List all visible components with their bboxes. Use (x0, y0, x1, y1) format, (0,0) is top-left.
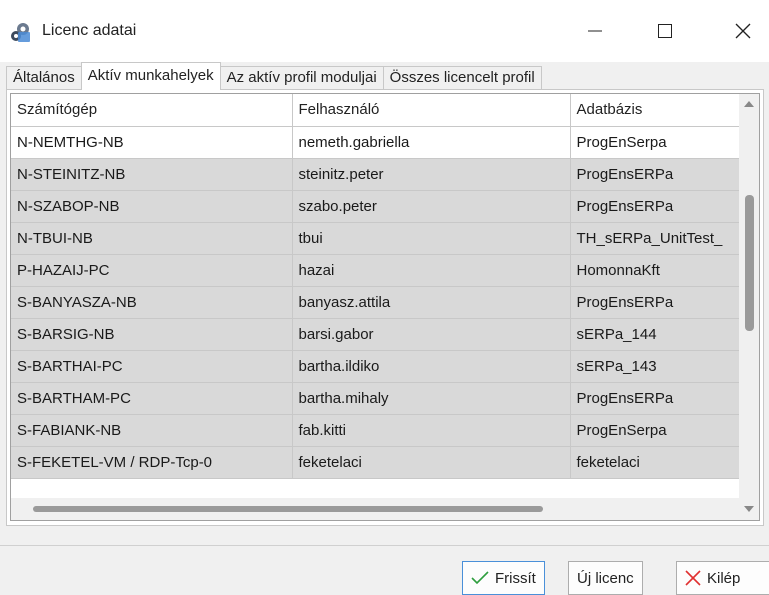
checkmark-icon (471, 571, 489, 585)
scroll-up-arrow-icon[interactable] (744, 101, 754, 107)
minimize-button[interactable] (572, 14, 618, 48)
horizontal-scroll-thumb[interactable] (33, 506, 543, 512)
cell-database: HomonnaKft (570, 254, 741, 287)
maximize-button[interactable] (642, 14, 688, 48)
refresh-button[interactable]: Frissít (462, 561, 545, 595)
table-row[interactable]: P-HAZAIJ-PC hazai HomonnaKft (11, 254, 741, 287)
cell-computer: N-SZABOP-NB (11, 190, 293, 223)
table-row[interactable]: S-FEKETEL-VM / RDP-Tcp-0 feketelaci fekete… (11, 446, 741, 479)
window-title: Licenc adatai (42, 22, 137, 39)
exit-button[interactable]: Kilép (676, 561, 769, 595)
table-row[interactable]: S-BANYASZA-NB banyasz.attila ProgEnsERPa (11, 286, 741, 319)
cell-computer: N-STEINITZ-NB (11, 158, 293, 191)
horizontal-scrollbar[interactable] (11, 498, 741, 520)
title-bar: Licenc adatai (0, 0, 769, 62)
cell-user: bartha.ildiko (292, 350, 571, 383)
tab-general[interactable]: Általános (6, 66, 82, 90)
maximize-icon (658, 24, 672, 38)
table-row[interactable]: N-NEMTHG-NB nemeth.gabriella ProgEnSerpa (11, 126, 741, 159)
vertical-scroll-thumb[interactable] (745, 195, 754, 331)
close-icon (735, 23, 751, 39)
footer-separator (0, 545, 769, 546)
cell-computer: N-TBUI-NB (11, 222, 293, 255)
workstations-grid: Számítógép Felhasználó Adatbázis N-NEMTH… (10, 93, 760, 521)
cell-user: fab.kitti (292, 414, 571, 447)
minimize-icon (588, 30, 602, 32)
cell-user: bartha.mihaly (292, 382, 571, 415)
header-row: Számítógép Felhasználó Adatbázis (11, 94, 741, 127)
exit-x-icon (685, 570, 701, 586)
tab-strip: Általános Aktív munkahelyek Az aktív pro… (6, 62, 542, 90)
cell-computer: S-BANYASZA-NB (11, 286, 293, 319)
close-button[interactable] (720, 14, 766, 48)
cell-database: TH_sERPa_UnitTest_ (570, 222, 741, 255)
table-row[interactable]: S-BARTHAI-PC bartha.ildiko sERPa_143 (11, 350, 741, 383)
cell-computer: S-BARTHAI-PC (11, 350, 293, 383)
cell-database: ProgEnsERPa (570, 190, 741, 223)
cell-database: feketelaci (570, 446, 741, 479)
cell-database: sERPa_143 (570, 350, 741, 383)
cell-user: nemeth.gabriella (292, 126, 571, 159)
table-row[interactable]: N-STEINITZ-NB steinitz.peter ProgEnsERPa (11, 158, 741, 191)
cell-computer: P-HAZAIJ-PC (11, 254, 293, 287)
cell-database: ProgEnsERPa (570, 382, 741, 415)
cell-database: sERPa_144 (570, 318, 741, 351)
cell-database: ProgEnsERPa (570, 286, 741, 319)
exit-button-label: Kilép (707, 569, 741, 587)
refresh-button-label: Frissít (495, 569, 536, 587)
gears-app-icon (11, 23, 30, 42)
new-license-button[interactable]: Új licenc (568, 561, 643, 595)
scroll-down-arrow-icon[interactable] (744, 506, 754, 512)
cell-user: szabo.peter (292, 190, 571, 223)
workstations-table: Számítógép Felhasználó Adatbázis N-NEMTH… (11, 94, 741, 479)
column-header-user[interactable]: Felhasználó (292, 94, 571, 127)
table-row[interactable]: S-FABIANK-NB fab.kitti ProgEnSerpa (11, 414, 741, 447)
cell-user: feketelaci (292, 446, 571, 479)
table-row[interactable]: N-TBUI-NB tbui TH_sERPa_UnitTest_ (11, 222, 741, 255)
tab-all-licensed-profiles[interactable]: Összes licencelt profil (382, 66, 542, 90)
cell-computer: S-FABIANK-NB (11, 414, 293, 447)
new-license-button-label: Új licenc (577, 569, 634, 587)
tab-profile-modules[interactable]: Az aktív profil moduljai (219, 66, 384, 90)
table-row[interactable]: N-SZABOP-NB szabo.peter ProgEnsERPa (11, 190, 741, 223)
cell-database: ProgEnsERPa (570, 158, 741, 191)
table-row[interactable]: S-BARTHAM-PC bartha.mihaly ProgEnsERPa (11, 382, 741, 415)
cell-database: ProgEnSerpa (570, 126, 741, 159)
cell-user: hazai (292, 254, 571, 287)
scrollbar-corner (739, 498, 759, 520)
column-header-computer[interactable]: Számítógép (11, 94, 293, 127)
tab-panel: Számítógép Felhasználó Adatbázis N-NEMTH… (6, 89, 764, 526)
cell-computer: S-FEKETEL-VM / RDP-Tcp-0 (11, 446, 293, 479)
tab-active-workstations[interactable]: Aktív munkahelyek (80, 62, 221, 90)
cell-user: barsi.gabor (292, 318, 571, 351)
cell-user: tbui (292, 222, 571, 255)
vertical-scrollbar[interactable] (739, 94, 759, 499)
cell-computer: N-NEMTHG-NB (11, 126, 293, 159)
cell-computer: S-BARTHAM-PC (11, 382, 293, 415)
column-header-database[interactable]: Adatbázis (570, 94, 741, 127)
cell-user: steinitz.peter (292, 158, 571, 191)
cell-database: ProgEnSerpa (570, 414, 741, 447)
cell-computer: S-BARSIG-NB (11, 318, 293, 351)
cell-user: banyasz.attila (292, 286, 571, 319)
table-row[interactable]: S-BARSIG-NB barsi.gabor sERPa_144 (11, 318, 741, 351)
